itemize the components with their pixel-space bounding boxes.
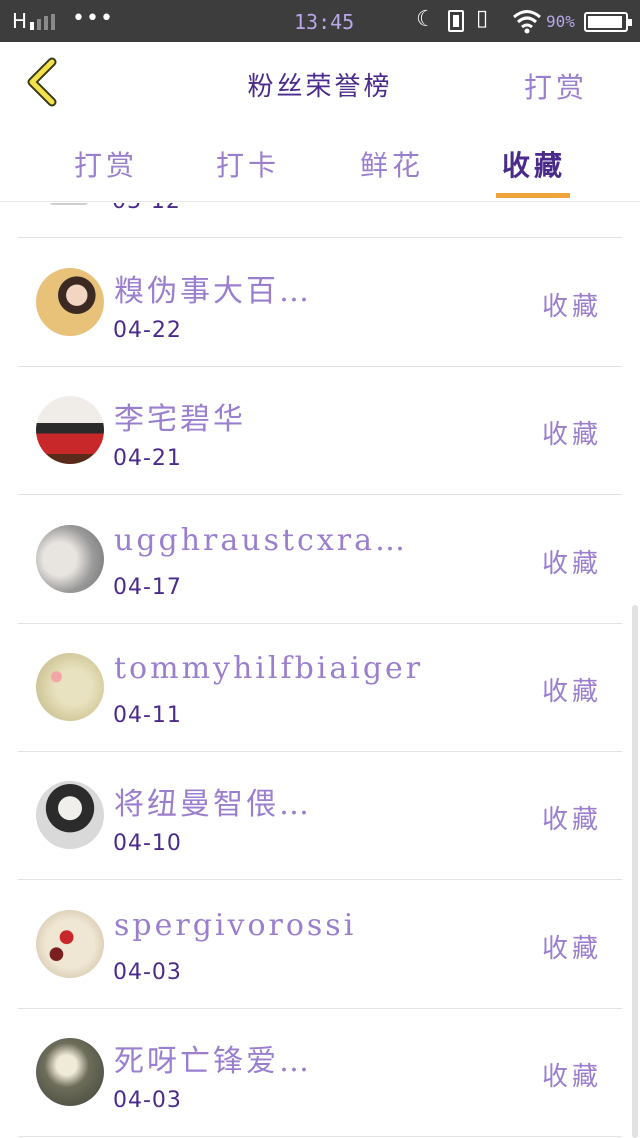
- list-item-date: 04-03: [113, 960, 182, 985]
- fan-list[interactable]: 03-12 糗伪事大百… 04-22 收藏 李宅碧华 04-21 收藏 uggh…: [0, 203, 640, 1138]
- status-bar: H ••• 13:45 ☾ ▯ 90%: [0, 0, 640, 42]
- tab-reward[interactable]: 打赏: [56, 144, 156, 184]
- tab-bar: 打赏 打卡 鲜花 收藏: [0, 122, 640, 202]
- list-item-date: 04-11: [113, 703, 182, 728]
- collect-button[interactable]: 收藏: [542, 414, 602, 451]
- list-item-name: ugghraustcxra…: [114, 523, 408, 558]
- avatar: [50, 203, 88, 205]
- list-item-name: 李宅碧华: [114, 402, 246, 437]
- list-item-name: tommyhilfbiaiger: [114, 651, 424, 686]
- vibrate-icon: ▯: [476, 6, 489, 31]
- list-item[interactable]: 糗伪事大百… 04-22 收藏: [0, 238, 640, 366]
- avatar: [36, 781, 104, 849]
- reward-button[interactable]: 打赏: [524, 66, 588, 106]
- tab-favorites[interactable]: 收藏: [484, 144, 584, 184]
- list-item-date: 04-03: [113, 1088, 182, 1113]
- active-tab-indicator: [496, 193, 570, 198]
- signal-icon: [30, 14, 55, 30]
- divider: [18, 1136, 622, 1137]
- wifi-icon: [513, 10, 541, 34]
- avatar: [36, 268, 104, 336]
- collect-button[interactable]: 收藏: [542, 1056, 602, 1093]
- collect-button[interactable]: 收藏: [542, 286, 602, 323]
- list-item-date: 04-22: [113, 318, 182, 343]
- list-item[interactable]: 死呀亡锋爱… 04-03 收藏: [0, 1008, 640, 1136]
- list-item-name: 糗伪事大百…: [114, 274, 312, 309]
- notification-dots: •••: [72, 6, 114, 31]
- list-item[interactable]: ugghraustcxra… 04-17 收藏: [0, 495, 640, 623]
- charging-icon: [448, 10, 464, 32]
- avatar: [36, 653, 104, 721]
- list-item-date: 03-12: [112, 203, 181, 214]
- list-item-name: 将纽曼智偎…: [114, 787, 312, 822]
- collect-button[interactable]: 收藏: [542, 671, 602, 708]
- avatar: [36, 396, 104, 464]
- list-item-date: 04-17: [113, 575, 182, 600]
- list-item[interactable]: 李宅碧华 04-21 收藏: [0, 366, 640, 494]
- tab-flowers[interactable]: 鲜花: [342, 144, 442, 184]
- collect-button[interactable]: 收藏: [542, 799, 602, 836]
- status-time: 13:45: [294, 10, 355, 34]
- tab-checkin[interactable]: 打卡: [198, 144, 298, 184]
- battery-icon: [584, 12, 632, 32]
- list-item[interactable]: 将纽曼智偎… 04-10 收藏: [0, 751, 640, 879]
- list-item-date: 04-21: [113, 446, 182, 471]
- avatar: [36, 525, 104, 593]
- avatar: [36, 1038, 104, 1106]
- network-type: H: [12, 9, 28, 33]
- list-item[interactable]: tommyhilfbiaiger 04-11 收藏: [0, 623, 640, 751]
- avatar: [36, 910, 104, 978]
- scrollbar[interactable]: [632, 605, 638, 1138]
- list-item-name: spergivorossi: [114, 908, 357, 943]
- list-item-date: 04-10: [113, 831, 182, 856]
- battery-percent: 90%: [546, 12, 575, 31]
- moon-icon: ☾: [416, 7, 436, 32]
- app-header: 粉丝荣誉榜 打赏: [0, 42, 640, 122]
- collect-button[interactable]: 收藏: [542, 543, 602, 580]
- list-item-name: 死呀亡锋爱…: [114, 1044, 312, 1079]
- list-item[interactable]: spergivorossi 04-03 收藏: [0, 880, 640, 1008]
- collect-button[interactable]: 收藏: [542, 928, 602, 965]
